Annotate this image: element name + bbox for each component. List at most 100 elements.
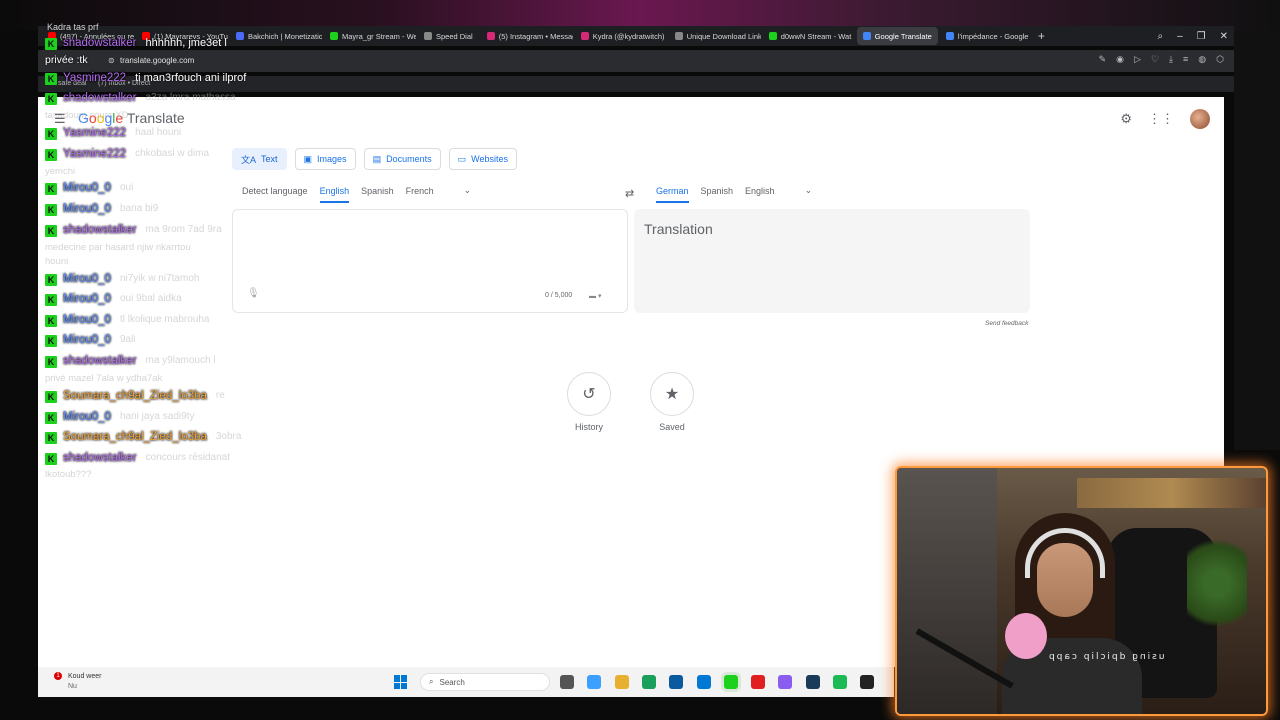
camera-icon[interactable]: ◉ — [1116, 54, 1124, 65]
search-tabs-icon[interactable]: ⌕ — [1157, 31, 1163, 42]
weather-widget[interactable]: 1 Koud weer Nu — [48, 672, 101, 692]
chat-username[interactable]: Yasmine222 — [63, 127, 126, 139]
webcam-mirrored-text: using dpiclip capp — [1047, 652, 1165, 662]
tab-favicon-icon — [486, 32, 495, 40]
chat-username[interactable]: Mirou0_0 — [63, 411, 111, 423]
browser-tab[interactable]: Mayra_gr Stream - We — [324, 27, 416, 45]
target-lang-option[interactable]: Spanish — [701, 186, 734, 196]
browser-tab[interactable]: Kydra (@kydratwitch) — [575, 27, 667, 45]
source-lang-option[interactable]: Spanish — [361, 186, 394, 196]
chat-username[interactable]: Mirou0_0 — [63, 334, 111, 346]
chat-username[interactable]: Mirou0_0 — [63, 314, 111, 326]
settings-gear-icon[interactable]: ⚙ — [1120, 111, 1132, 127]
taskbar-app-icon[interactable] — [587, 675, 602, 689]
tab-favicon-icon — [674, 32, 683, 40]
download-icon[interactable]: ⤓ — [1169, 54, 1173, 65]
taskbar-app-icon[interactable] — [723, 675, 738, 689]
taskbar-app-icon[interactable] — [669, 675, 684, 689]
chat-text: re — [215, 390, 225, 401]
chat-username[interactable]: Mirou0_0 — [63, 273, 111, 285]
saved-button[interactable]: ★ — [650, 372, 694, 416]
chat-message: K Mirou0_0 oui — [45, 182, 315, 195]
chat-username[interactable]: shadowstalker — [63, 92, 137, 104]
chat-username[interactable]: Mirou0_0 — [63, 203, 111, 215]
saved-label: Saved — [659, 422, 685, 432]
browser-tab[interactable]: (5) Instagram • Messag — [481, 27, 573, 45]
new-tab-button[interactable]: + — [1032, 29, 1051, 43]
website-icon: ▭ — [457, 153, 467, 164]
chat-username[interactable]: shadowstalker — [63, 452, 137, 464]
play-icon[interactable]: ▷ — [1134, 54, 1141, 65]
chat-username[interactable]: Yasmine222 — [63, 72, 126, 84]
chat-username[interactable]: Mirou0_0 — [63, 293, 111, 305]
chat-username[interactable]: Yasmine222 — [63, 148, 126, 160]
browser-tab[interactable]: Google Translate — [856, 27, 938, 45]
taskbar-app-icon[interactable] — [778, 675, 793, 689]
menu-icon[interactable]: ≡ — [1183, 54, 1188, 65]
taskbar-app-icon[interactable] — [751, 675, 766, 689]
chat-text: haal houni — [135, 127, 182, 138]
maximize-icon[interactable]: ❐ — [1197, 31, 1206, 42]
minimize-icon[interactable]: – — [1177, 31, 1183, 42]
source-lang-selected[interactable]: English — [319, 186, 349, 203]
avatar[interactable] — [1190, 109, 1210, 129]
edit-icon[interactable]: ✎ — [1099, 54, 1107, 65]
taskbar-app-icon[interactable] — [805, 675, 820, 689]
taskbar-app-icon[interactable] — [696, 675, 711, 689]
windows-start-icon[interactable] — [394, 675, 408, 689]
send-feedback-link[interactable]: Send feedback — [985, 320, 1028, 327]
target-lang-dropdown-icon[interactable]: ⌄ — [805, 185, 813, 196]
chat-text: oui 9bal aidka — [119, 293, 182, 304]
target-lang-option[interactable]: English — [745, 186, 775, 196]
chat-message: Kshadowstalker ma 9rom 7ad 9ra — [45, 224, 315, 237]
chat-text: concours résidanat — [145, 452, 231, 463]
browser-tab[interactable]: Speed Dial — [418, 27, 479, 45]
kick-badge-icon: K — [45, 391, 57, 403]
profile-icon[interactable]: ◍ — [1198, 54, 1206, 65]
kick-badge-icon: K — [45, 412, 57, 424]
document-icon: ▤ — [372, 153, 382, 164]
taskbar-app-icon[interactable] — [860, 675, 875, 689]
chat-text: hani jaya sadi9ty — [119, 411, 195, 422]
chat-username[interactable]: Mirou0_0 — [63, 182, 111, 194]
taskbar-app-icon[interactable] — [614, 675, 629, 689]
browser-tab[interactable]: d0wwN Stream - Wat — [763, 27, 855, 45]
chat-message: Kshadowstalker a3za lmra mathassa — [45, 92, 315, 105]
mode-documents-button[interactable]: ▤ Documents — [363, 148, 441, 170]
source-lang-dropdown-icon[interactable]: ⌄ — [464, 185, 472, 196]
target-language-bar: German Spanish English ⌄ — [656, 185, 813, 203]
swap-languages-icon[interactable]: ⇄ — [625, 187, 634, 200]
lock-icon[interactable]: ⊜ — [108, 56, 115, 65]
chat-username[interactable]: Soumara_ch9al_Zied_lo3ba — [63, 390, 207, 402]
chat-username[interactable]: shadowstalker — [63, 355, 137, 367]
mode-websites-button[interactable]: ▭ Websites — [448, 148, 517, 170]
target-lang-selected[interactable]: German — [656, 186, 689, 203]
webcam-plant — [1187, 528, 1247, 638]
source-lang-option[interactable]: French — [406, 186, 434, 196]
apps-grid-icon[interactable]: ⋮⋮ — [1148, 111, 1174, 127]
close-icon[interactable]: ✕ — [1220, 31, 1228, 42]
star-icon: ★ — [664, 386, 680, 403]
chat-username[interactable]: Soumara_ch9al_Zied_lo3ba — [63, 431, 207, 443]
extension-icon[interactable]: ⬡ — [1216, 54, 1224, 65]
chat-continuation: houni — [45, 256, 69, 267]
mode-label: Documents — [386, 154, 432, 164]
chat-text: hhhhhh, jme3et l — [145, 37, 227, 49]
taskbar-app-icon[interactable] — [833, 675, 847, 689]
chat-username[interactable]: shadowstalker — [63, 37, 137, 49]
browser-tab[interactable]: Unique Download Link — [669, 27, 761, 45]
heart-icon[interactable]: ♡ — [1151, 54, 1159, 65]
browser-tab[interactable]: l'impédance - Google — [940, 27, 1032, 45]
taskbar-app-icon[interactable] — [560, 675, 574, 689]
tab-label: Speed Dial — [436, 31, 473, 41]
taskbar-app-icon[interactable] — [641, 675, 656, 689]
chat-username[interactable]: shadowstalker — [63, 224, 137, 236]
chat-text: ni7yik w ni7tamoh — [119, 273, 200, 284]
taskbar-search[interactable]: ⌕ Search — [420, 673, 550, 691]
chat-message: K Mirou0_0 9ali — [45, 334, 315, 347]
url-field[interactable]: translate.google.com — [120, 56, 194, 65]
history-label: History — [574, 422, 603, 432]
keyboard-icon[interactable]: ▬ ▾ — [589, 292, 601, 300]
history-button[interactable]: ↺ — [567, 372, 611, 416]
chat-fragment: privée :tk — [45, 54, 88, 66]
